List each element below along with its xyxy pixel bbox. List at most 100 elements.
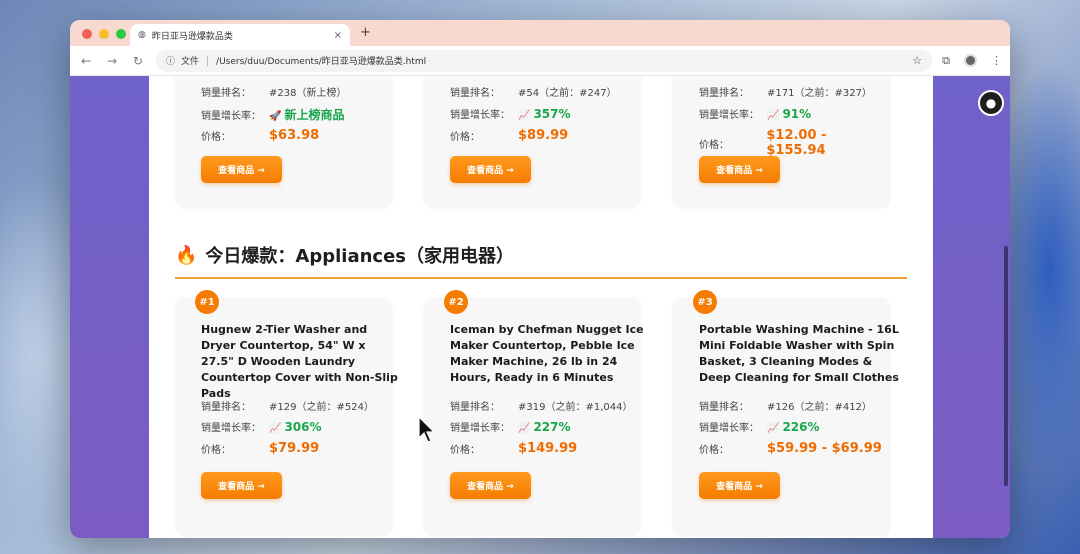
price-value: $63.98 [269,128,320,143]
profile-avatar[interactable] [964,54,977,67]
price-row: 价格： $12.00 - $155.94 [699,128,889,158]
info-icon[interactable]: ⓘ [166,54,175,67]
forward-button[interactable]: → [104,54,120,68]
growth-value: 📈 357% [518,106,571,121]
new-tab-button[interactable]: + [360,25,371,40]
view-product-button[interactable]: 查看商品 → [699,472,780,499]
rank-row: 销量排名： #171（之前：#327） [699,84,872,99]
product-title: Hugnew 2-Tier Washer and Dryer Counterto… [201,323,398,400]
browser-toolbar: ← → ↻ ⓘ 文件 /Users/duu/Documents/昨日亚马逊爆款品… [70,46,1010,76]
chart-up-icon: 📈 [269,422,282,434]
rank-label: 销量排名： [201,88,251,99]
rocket-icon: 🚀 [269,111,282,122]
price-value: $89.99 [518,128,569,143]
address-separator [207,55,209,66]
growth-label: 销量增长率： [201,423,261,434]
rank-value: #126（之前：#412） [767,402,872,413]
rank-label: 销量排名： [450,88,500,99]
product-card: 销量排名： #171（之前：#327） 销量增长率： 📈 91% 价格： $12.… [674,76,889,206]
rank-value: #319（之前：#1,044） [518,402,633,413]
growth-row: 销量增长率： 📈 306% [201,419,322,435]
growth-label: 销量增长率： [699,110,759,121]
price-label: 价格： [201,445,231,456]
chart-up-icon: 📈 [518,109,531,121]
chart-up-icon: 📈 [767,109,780,121]
rank-badge: #2 [444,290,468,314]
menu-icon[interactable]: ⋮ [991,54,1002,67]
growth-label: 销量增长率： [699,423,759,434]
panda-avatar-icon[interactable]: ● [978,90,1004,116]
minimize-window-button[interactable] [99,29,109,39]
price-value: $79.99 [269,441,320,456]
growth-label: 销量增长率： [450,110,510,121]
zoom-window-button[interactable] [116,29,126,39]
growth-value: 📈 306% [269,419,322,434]
address-scheme: 文件 [181,57,200,67]
rank-row: 销量排名： #129（之前：#524） [201,398,374,413]
price-value: $12.00 - $155.94 [766,128,827,158]
price-label: 价格： [450,132,480,143]
price-row: 价格： $89.99 [450,128,568,143]
tab-title: 昨日亚马逊爆款品类 [151,31,233,42]
rank-label: 销量排名： [699,88,749,99]
price-row: 价格： $149.99 [450,441,577,456]
rank-value: #171（之前：#327） [767,88,872,99]
growth-label: 销量增长率： [201,111,261,122]
toolbar-actions: ⧉ ⋮ [942,54,1002,68]
address-url[interactable]: /Users/duu/Documents/昨日亚马逊爆款品类.html [216,54,906,67]
globe-icon: ◍ [138,30,146,40]
price-value: $149.99 [518,441,578,456]
mouse-cursor-icon [418,416,436,443]
reload-button[interactable]: ↻ [130,54,146,68]
tab-active[interactable]: ◍ 昨日亚马逊爆款品类 × [130,24,350,46]
view-product-button[interactable]: 查看商品 → [201,156,282,183]
rank-row: 销量排名： #126（之前：#412） [699,398,872,413]
growth-row: 销量增长率： 📈 227% [450,419,571,435]
price-value: $59.99 - $69.99 [767,441,882,456]
chart-up-icon: 📈 [767,422,780,434]
appliance-card: #2 Iceman by Chefman Nugget Ice Maker Co… [425,290,644,534]
rank-row: 销量排名： #238（新上榜） [201,84,346,99]
price-row: 价格： $79.99 [201,441,319,456]
rank-badge: #1 [195,290,219,314]
growth-row: 销量增长率： 🚀 新上榜商品 [201,106,344,123]
tab-bar: ◍ 昨日亚马逊爆款品类 × + [70,20,1010,46]
price-label: 价格： [201,132,231,143]
tab-close-icon[interactable]: × [334,30,342,41]
rank-row: 销量排名： #319（之前：#1,044） [450,398,632,413]
appliance-card: #1 Hugnew 2-Tier Washer and Dryer Counte… [176,290,398,534]
rank-label: 销量排名： [201,402,251,413]
rank-row: 销量排名： #54（之前：#247） [450,84,617,99]
chart-up-icon: 📈 [518,422,531,434]
bookmark-star-icon[interactable]: ☆ [912,54,922,67]
view-product-button[interactable]: 查看商品 → [201,472,282,499]
view-product-button[interactable]: 查看商品 → [450,156,531,183]
section-title: 今日爆款：Appliances（家用电器） [205,246,515,267]
page-viewport: 销量排名： #238（新上榜） 销量增长率： 🚀 新上榜商品 价格： $63.98… [70,76,1010,538]
rank-value: #129（之前：#524） [269,402,374,413]
price-label: 价格： [699,139,729,151]
back-button[interactable]: ← [78,54,94,68]
view-product-button[interactable]: 查看商品 → [699,156,780,183]
section-divider [175,277,907,279]
growth-value: 📈 91% [767,106,812,121]
product-card: 销量排名： #238（新上榜） 销量增长率： 🚀 新上榜商品 价格： $63.98… [176,76,391,206]
rank-label: 销量排名： [699,402,749,413]
growth-label: 销量增长率： [450,423,510,434]
price-label: 价格： [699,445,729,456]
close-window-button[interactable] [82,29,92,39]
product-title: Portable Washing Machine - 16L Mini Fold… [699,323,899,384]
product-card: 销量排名： #54（之前：#247） 销量增长率： 📈 357% 价格： $89.… [425,76,640,206]
page-scrollbar[interactable] [1004,246,1008,486]
address-bar[interactable]: ⓘ 文件 /Users/duu/Documents/昨日亚马逊爆款品类.html… [156,49,933,72]
growth-value: 🚀 新上榜商品 [269,108,345,122]
cast-icon[interactable]: ⧉ [942,54,950,68]
view-product-button[interactable]: 查看商品 → [450,472,531,499]
rank-value: #54（之前：#247） [518,88,617,99]
growth-row: 销量增长率： 📈 91% [699,106,812,122]
growth-value: 📈 226% [767,419,820,434]
product-title: Iceman by Chefman Nugget Ice Maker Count… [450,323,644,384]
window-controls [82,29,126,39]
appliance-card: #3 Portable Washing Machine - 16L Mini F… [674,290,899,534]
rank-value: #238（新上榜） [269,88,347,99]
